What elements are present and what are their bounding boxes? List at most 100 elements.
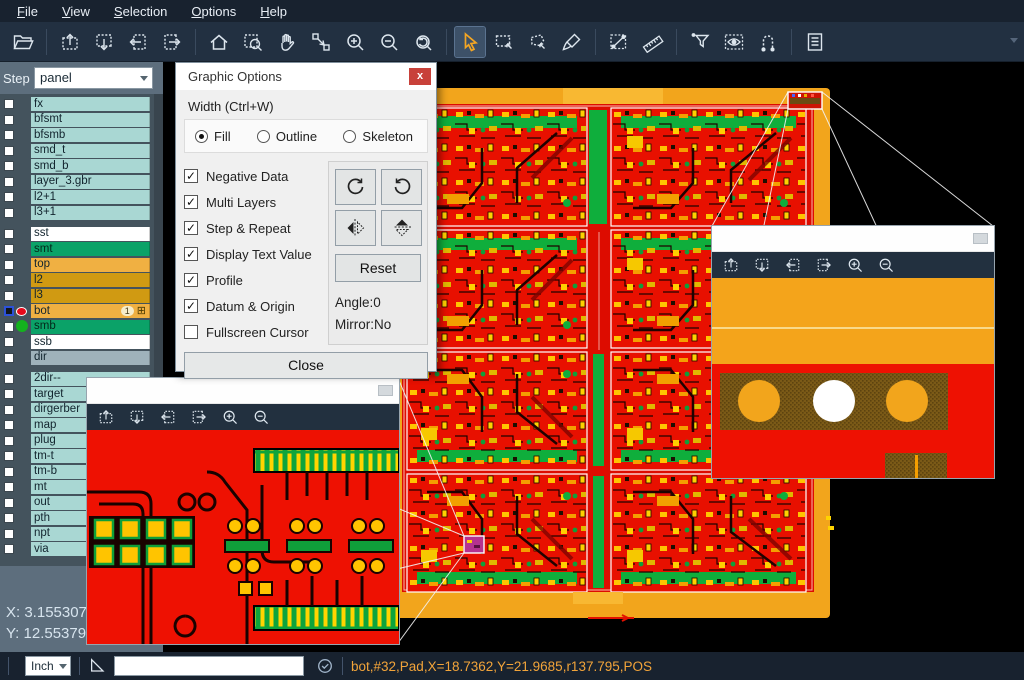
layer-name[interactable]: smt xyxy=(31,242,150,256)
layer-visibility-checkbox[interactable] xyxy=(4,177,14,187)
magnifier-window-bottom-left[interactable] xyxy=(86,377,400,645)
layer-name[interactable]: l2 xyxy=(31,273,150,287)
layer-row[interactable]: smd_t xyxy=(0,144,163,158)
magnifier-title-bar[interactable] xyxy=(87,378,399,404)
layer-visibility-checkbox[interactable] xyxy=(4,260,14,270)
layer-row[interactable]: bfsmb xyxy=(0,128,163,142)
command-input[interactable] xyxy=(114,656,304,676)
pan-up-icon[interactable] xyxy=(55,27,85,57)
layer-name[interactable]: sst xyxy=(31,227,150,241)
layer-name[interactable]: bot 1 ⊞ xyxy=(31,304,150,318)
layer-visibility-checkbox[interactable] xyxy=(4,451,14,461)
zoom-out-icon[interactable] xyxy=(374,27,404,57)
layer-visibility-checkbox[interactable] xyxy=(4,146,14,156)
pan-left-icon[interactable] xyxy=(784,256,802,274)
layer-visibility-checkbox[interactable] xyxy=(4,420,14,430)
layer-visibility-checkbox[interactable] xyxy=(4,291,14,301)
layer-name[interactable]: l2+1 xyxy=(31,190,150,204)
radio-option[interactable]: Outline xyxy=(257,129,317,144)
step-select[interactable]: panel xyxy=(34,67,153,89)
layer-visibility-checkbox[interactable] xyxy=(4,374,14,384)
magnifier-view[interactable] xyxy=(712,278,994,478)
select-rectangle-icon[interactable] xyxy=(489,27,519,57)
layer-visibility-checkbox[interactable] xyxy=(4,353,14,363)
layer-visibility-checkbox[interactable] xyxy=(4,130,14,140)
pan-down-icon[interactable] xyxy=(89,27,119,57)
layer-name[interactable]: bfsmt xyxy=(31,113,150,127)
measure-diagonal-icon[interactable] xyxy=(604,27,634,57)
layer-row[interactable]: smt xyxy=(0,242,163,256)
menu-item[interactable]: Selection xyxy=(103,2,178,21)
unit-select[interactable]: Inch xyxy=(25,656,71,676)
magnifier-title-bar[interactable] xyxy=(712,226,994,252)
layer-visibility-checkbox[interactable] xyxy=(4,229,14,239)
layer-name[interactable]: top xyxy=(31,258,150,272)
layer-name[interactable]: l3+1 xyxy=(31,206,150,220)
select-polygon-icon[interactable] xyxy=(523,27,553,57)
zoom-in-icon[interactable] xyxy=(846,256,864,274)
layer-visibility-checkbox[interactable] xyxy=(4,322,14,332)
magnifier-view[interactable] xyxy=(87,430,399,644)
pan-up-icon[interactable] xyxy=(97,408,115,426)
report-icon[interactable] xyxy=(800,27,830,57)
layer-row[interactable]: dir xyxy=(0,351,163,365)
layer-visibility-checkbox[interactable] xyxy=(4,208,14,218)
mirror-horizontal-button[interactable] xyxy=(335,210,376,246)
pan-right-icon[interactable] xyxy=(157,27,187,57)
layer-name[interactable]: dir xyxy=(31,351,150,365)
layer-row[interactable]: l3+1 xyxy=(0,206,163,220)
close-button[interactable]: Close xyxy=(184,352,428,379)
window-button[interactable] xyxy=(973,233,988,244)
corner-tool-icon[interactable] xyxy=(88,656,108,676)
refresh-icon[interactable] xyxy=(316,657,334,675)
home-view-icon[interactable] xyxy=(204,27,234,57)
layer-visibility-checkbox[interactable] xyxy=(4,244,14,254)
layer-row[interactable]: bot 1 ⊞ xyxy=(0,304,163,318)
layer-row[interactable]: l2+1 xyxy=(0,190,163,204)
radio-option[interactable]: Fill xyxy=(195,129,231,144)
menu-item[interactable]: View xyxy=(51,2,101,21)
menu-item[interactable]: File xyxy=(6,2,49,21)
pan-left-icon[interactable] xyxy=(123,27,153,57)
layer-name[interactable]: l3 xyxy=(31,289,150,303)
close-icon[interactable]: x xyxy=(409,68,431,85)
layer-visibility-checkbox[interactable] xyxy=(4,99,14,109)
layer-name[interactable]: fx xyxy=(31,97,150,111)
visibility-icon[interactable] xyxy=(719,27,749,57)
zoom-out-icon[interactable] xyxy=(252,408,270,426)
layer-name[interactable]: layer_3.gbr xyxy=(31,175,150,189)
layer-visibility-checkbox[interactable] xyxy=(4,389,14,399)
layer-row[interactable]: fx xyxy=(0,97,163,111)
zoom-in-icon[interactable] xyxy=(340,27,370,57)
layer-visibility-checkbox[interactable] xyxy=(4,498,14,508)
layer-visibility-checkbox[interactable] xyxy=(4,115,14,125)
layer-visibility-checkbox[interactable] xyxy=(4,467,14,477)
reset-button[interactable]: Reset xyxy=(335,254,421,282)
layer-name[interactable]: smb xyxy=(31,320,150,334)
zoom-in-icon[interactable] xyxy=(221,408,239,426)
layer-name[interactable]: ssb xyxy=(31,335,150,349)
layer-visibility-checkbox[interactable] xyxy=(4,192,14,202)
pan-down-icon[interactable] xyxy=(753,256,771,274)
layer-row[interactable]: bfsmt xyxy=(0,113,163,127)
menu-item[interactable]: Help xyxy=(249,2,298,21)
layer-visibility-checkbox[interactable] xyxy=(4,436,14,446)
toolbar-overflow-icon[interactable] xyxy=(1010,38,1018,43)
graphic-options-dialog[interactable]: Graphic Options x Width (Ctrl+W) Fill Ou… xyxy=(175,62,437,372)
pan-up-icon[interactable] xyxy=(722,256,740,274)
layer-name[interactable]: bfsmb xyxy=(31,128,150,142)
layer-name[interactable]: smd_b xyxy=(31,159,150,173)
layer-visibility-checkbox[interactable] xyxy=(4,482,14,492)
zoom-out-icon[interactable] xyxy=(877,256,895,274)
layer-row[interactable]: top xyxy=(0,258,163,272)
ruler-icon[interactable] xyxy=(638,27,668,57)
open-folder-icon[interactable] xyxy=(8,27,38,57)
option-checkbox[interactable]: Fullscreen Cursor xyxy=(184,319,328,345)
filter-icon[interactable] xyxy=(685,27,715,57)
option-checkbox[interactable]: Multi Layers xyxy=(184,189,328,215)
layer-row[interactable]: ssb xyxy=(0,335,163,349)
layer-visibility-checkbox[interactable] xyxy=(4,529,14,539)
rotate-cw-button[interactable] xyxy=(335,169,376,205)
layer-visibility-checkbox[interactable] xyxy=(4,513,14,523)
layer-row[interactable]: l2 xyxy=(0,273,163,287)
